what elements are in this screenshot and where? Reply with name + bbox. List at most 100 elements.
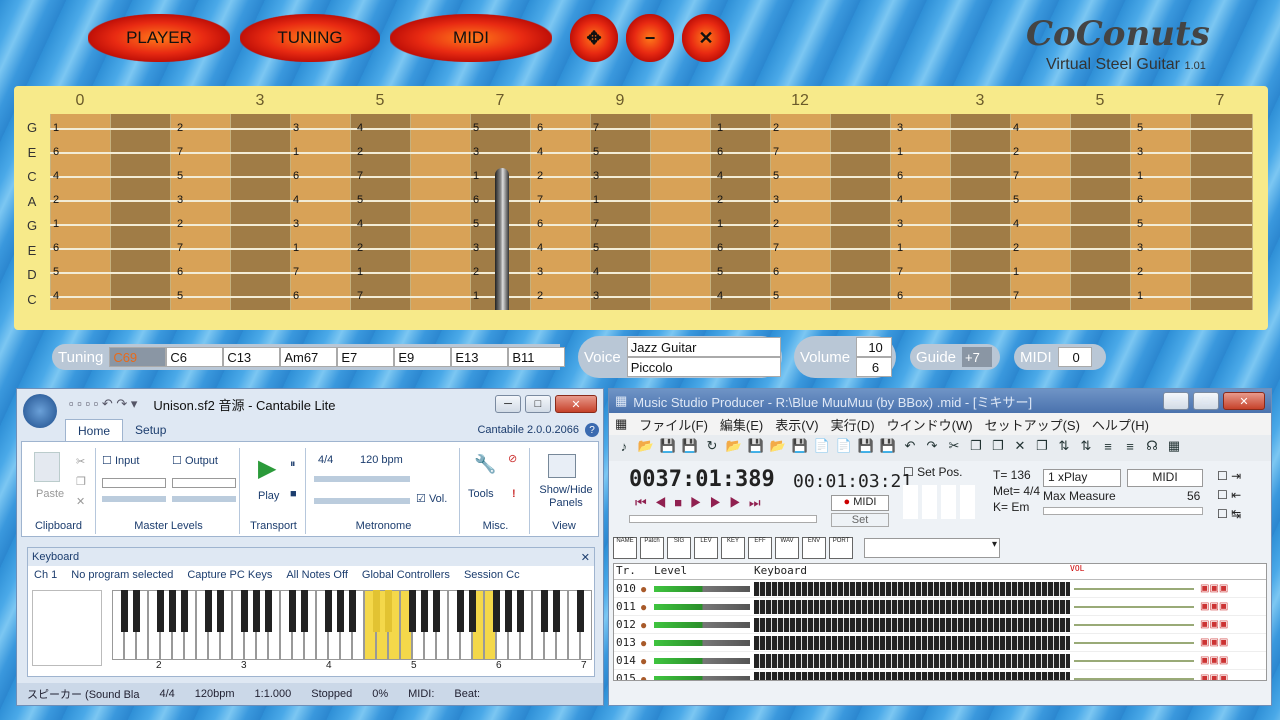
fret-note[interactable]: 1 [590,194,602,206]
fret-note[interactable]: 2 [534,170,546,182]
voice-item-2[interactable]: Piccolo [626,357,781,377]
midi-value[interactable]: 0 [1057,347,1092,367]
capture-pc-keys[interactable]: Capture PC Keys [187,569,272,581]
record-midi-button[interactable]: MIDI [853,496,876,508]
global-controllers[interactable]: Global Controllers [362,569,450,581]
panels-icon[interactable] [548,454,576,478]
tab-setup[interactable]: Setup [123,419,178,441]
max-measure-slider[interactable] [1043,507,1203,515]
tuning-option[interactable]: E7 [337,347,395,367]
piano-black-key[interactable] [289,590,296,632]
player-button[interactable]: PLAYER [88,14,230,62]
fretboard[interactable]: 1 2 3 4 5 6 7 1 2 3 4 5 6 7 1 2 3 4 5 6 7 1 2 3 4 5 6 7 1 2 3 4 5 6 7 1 2 3 4 5… [50,114,1253,310]
close-icon[interactable]: ✕ [555,395,597,413]
toolbar-icon[interactable]: ↶ [901,437,919,455]
toolbar-icon[interactable]: 💾 [747,437,765,455]
fret-note[interactable]: 6 [50,242,62,254]
fret-note[interactable]: 7 [894,266,906,278]
panels-label[interactable]: Panels [549,497,583,509]
fret-note[interactable]: 7 [174,146,186,158]
piano-black-key[interactable] [541,590,548,632]
fret-note[interactable]: 7 [590,122,602,134]
fret-note[interactable]: 4 [534,242,546,254]
play-mode-select[interactable]: 1 xPlay [1043,469,1121,487]
mixer-tab[interactable]: WAV [775,537,799,559]
fret-note[interactable]: 4 [1010,218,1022,230]
fret-note[interactable]: 5 [50,266,62,278]
fret-note[interactable]: 1 [894,146,906,158]
keyboard-close-icon[interactable]: ✕ [581,551,590,564]
track-row[interactable]: 013 ● ▣▣▣ [614,634,1266,652]
fret-note[interactable]: 4 [1010,122,1022,134]
fret-note[interactable]: 1 [1134,170,1146,182]
fret-note[interactable]: 7 [290,266,302,278]
fret-note[interactable]: 4 [534,146,546,158]
toolbar-icon[interactable]: 💾 [681,437,699,455]
steel-bar[interactable] [495,168,509,310]
set-pos-checkbox[interactable]: ☐ [903,465,914,479]
volume-value-2[interactable]: 6 [856,357,893,377]
fret-note[interactable]: 3 [1134,242,1146,254]
fret-note[interactable]: 5 [470,218,482,230]
tuning-option[interactable]: E9 [394,347,452,367]
close-icon[interactable]: ✕ [1223,392,1265,410]
marker-grid[interactable] [903,485,979,519]
menu-item[interactable]: ウインドウ(W) [881,415,979,434]
guide-value[interactable]: +7 [962,347,993,367]
track-row[interactable]: 014 ● ▣▣▣ [614,652,1266,670]
piano-black-key[interactable] [385,590,392,632]
quick-access-icon[interactable]: ▫ ▫ ▫ ▫ ↶ ↷ ▾ [69,396,137,412]
fret-note[interactable]: 7 [1010,290,1022,302]
maximize-icon[interactable]: □ [1193,392,1219,410]
position-slider[interactable] [629,515,817,523]
loop-controls[interactable]: ☐ ⇥ ☐ ⇤ ☐ ↹ [1217,467,1241,524]
move-icon[interactable]: ✥ [570,14,618,62]
piano-black-key[interactable] [205,590,212,632]
fret-note[interactable]: 3 [534,266,546,278]
fret-note[interactable]: 4 [354,122,366,134]
mixer-tab[interactable]: PORT [829,537,853,559]
minimize-icon[interactable]: ─ [1163,392,1189,410]
mixer-tab[interactable]: KEY [721,537,745,559]
pause-icon[interactable]: ⏸ [290,458,296,471]
toolbar-icon[interactable]: 💾 [659,437,677,455]
showhide-label[interactable]: Show/Hide [539,484,592,496]
paste-icon[interactable] [34,452,60,482]
track-row[interactable]: 011 ● ▣▣▣ [614,598,1266,616]
tuning-option[interactable]: C69 [109,347,167,367]
help-icon[interactable]: ? [585,423,599,437]
toolbar-icon[interactable]: ♪ [615,437,633,455]
tab-home[interactable]: Home [65,418,124,442]
piano-black-key[interactable] [121,590,128,632]
fret-note[interactable]: 3 [470,146,482,158]
mixer-tab[interactable]: ENV [802,537,826,559]
fret-note[interactable]: 7 [770,146,782,158]
toolbar-icon[interactable]: ✂ [945,437,963,455]
fret-note[interactable]: 7 [534,194,546,206]
piano-black-key[interactable] [553,590,560,632]
fret-note[interactable]: 5 [1134,122,1146,134]
fret-note[interactable]: 6 [714,146,726,158]
fret-note[interactable]: 4 [290,194,302,206]
fret-note[interactable]: 1 [354,266,366,278]
piano-black-key[interactable] [457,590,464,632]
toolbar-icon[interactable]: ❐ [989,437,1007,455]
toolbar-icon[interactable]: ≡ [1099,437,1117,455]
fret-note[interactable]: 5 [714,266,726,278]
alert-icon[interactable]: ! [512,488,516,500]
set-button[interactable]: Set [831,513,889,527]
metronome-slider-1[interactable] [314,476,410,482]
piano-black-key[interactable] [493,590,500,632]
fret-note[interactable]: 1 [470,290,482,302]
piano-black-key[interactable] [169,590,176,632]
fret-note[interactable]: 3 [894,122,906,134]
toolbar-icon[interactable]: 📂 [637,437,655,455]
minimize-icon[interactable]: ─ [495,395,521,413]
fret-note[interactable]: 4 [894,194,906,206]
piano-black-key[interactable] [505,590,512,632]
fret-note[interactable]: 3 [590,170,602,182]
fret-note[interactable]: 2 [354,146,366,158]
piano-black-key[interactable] [517,590,524,632]
fret-note[interactable]: 2 [174,218,186,230]
fret-note[interactable]: 2 [1134,266,1146,278]
